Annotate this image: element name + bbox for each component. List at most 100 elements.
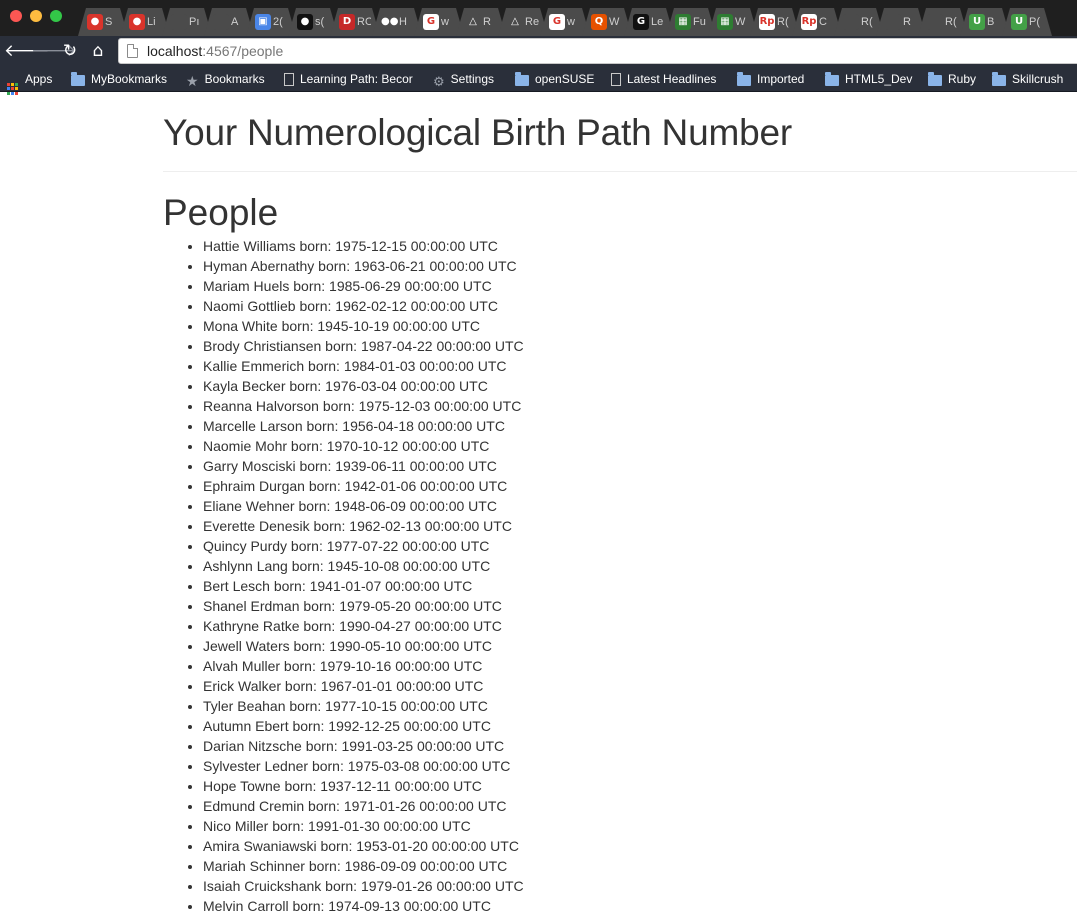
minimize-window-button[interactable] xyxy=(30,10,42,22)
forward-arrow-icon[interactable]: 🡒 xyxy=(31,40,77,62)
tab-favicon-icon: Rp xyxy=(801,14,817,30)
person-list-item: Autumn Ebert born: 1992-12-25 00:00:00 U… xyxy=(203,716,1077,736)
page-content: Your Numerological Birth Path Number Peo… xyxy=(163,92,1077,916)
browser-tab[interactable]: ▣ 2( xyxy=(246,8,296,36)
tab-title: R( xyxy=(861,16,873,28)
star-icon: ★ xyxy=(186,74,199,90)
tab-title: P( xyxy=(1029,16,1040,28)
bookmark-item[interactable]: Skillcrush xyxy=(992,71,1063,87)
browser-tab[interactable]: R( xyxy=(918,8,968,36)
bookmark-label: HTML5_Dev xyxy=(845,72,913,86)
tab-favicon-icon: U xyxy=(1011,14,1027,30)
browser-chrome: ● S ● Li Pı A ▣ 2(● s(D RO ●● H Gw △ R △ Re Gw Q W G Le ▦ Fu ▦ W R… xyxy=(0,0,1077,95)
url-text[interactable]: localhost:4567/people xyxy=(147,43,283,59)
bookmark-item[interactable]: ★ Bookmarks xyxy=(186,71,265,90)
bookmark-item[interactable]: Apps xyxy=(7,71,52,95)
bookmark-label: openSUSE xyxy=(535,72,595,86)
tab-title: 2( xyxy=(273,16,283,28)
browser-tab[interactable]: U P( xyxy=(1002,8,1052,36)
tab-title: R( xyxy=(945,16,957,28)
browser-tab[interactable]: △ R xyxy=(456,8,506,36)
browser-tab[interactable]: △ Re xyxy=(498,8,548,36)
browser-tab[interactable]: D RO xyxy=(330,8,380,36)
person-list-item: Jewell Waters born: 1990-05-10 00:00:00 … xyxy=(203,636,1077,656)
person-list-item: Melvin Carroll born: 1974-09-13 00:00:00… xyxy=(203,896,1077,916)
tab-favicon-icon: U xyxy=(969,14,985,30)
folder-icon xyxy=(515,72,529,90)
person-list-item: Bert Lesch born: 1941-01-07 00:00:00 UTC xyxy=(203,576,1077,596)
person-list-item: Alvah Muller born: 1979-10-16 00:00:00 U… xyxy=(203,656,1077,676)
apps-grid-icon xyxy=(7,74,19,95)
browser-tab[interactable]: ● s( xyxy=(288,8,338,36)
browser-tab[interactable]: R( xyxy=(834,8,884,36)
person-list-item: Eliane Wehner born: 1948-06-09 00:00:00 … xyxy=(203,496,1077,516)
folder-icon xyxy=(737,72,751,90)
tab-favicon-icon: ▦ xyxy=(675,14,691,30)
bookmark-label: Skillcrush xyxy=(1012,72,1064,86)
person-list-item: Hope Towne born: 1937-12-11 00:00:00 UTC xyxy=(203,776,1077,796)
bookmark-item[interactable]: ⚙ Settings xyxy=(433,71,495,90)
tab-favicon-icon: ●● xyxy=(381,14,397,30)
back-arrow-icon[interactable]: 🡐 xyxy=(4,40,50,62)
bookmark-label: Ruby xyxy=(948,72,977,86)
bookmark-item[interactable]: Ruby xyxy=(928,71,976,87)
person-list-item: Hattie Williams born: 1975-12-15 00:00:0… xyxy=(203,236,1077,256)
browser-tab[interactable]: QW xyxy=(582,8,632,36)
browser-tab[interactable]: Gw xyxy=(540,8,590,36)
bookmark-label: Imported xyxy=(757,72,805,86)
tab-title: R xyxy=(903,16,911,28)
url-path: :4567/people xyxy=(202,43,284,59)
bookmark-item[interactable]: MyBookmarks xyxy=(71,71,167,87)
bookmark-label: Settings xyxy=(450,72,495,86)
address-bar[interactable]: localhost:4567/people xyxy=(118,38,1077,64)
browser-tab[interactable]: Pı xyxy=(162,8,212,36)
bookmark-item[interactable]: openSUSE xyxy=(515,71,594,87)
folder-icon xyxy=(928,72,942,90)
browser-tab[interactable]: Rp R( xyxy=(750,8,800,36)
browser-tab[interactable]: R xyxy=(876,8,926,36)
tab-title: W xyxy=(735,16,746,28)
browser-tab[interactable]: Gw xyxy=(414,8,464,36)
bookmark-item[interactable]: Learning Path: Becor xyxy=(284,71,413,87)
tab-title: RO xyxy=(357,16,371,28)
bookmarks-bar: Apps MyBookmarks ★ Bookmarks Learning Path: … xyxy=(0,66,1077,95)
person-list-item: Shanel Erdman born: 1979-05-20 00:00:00 … xyxy=(203,596,1077,616)
tab-favicon-icon: ▦ xyxy=(717,14,733,30)
person-list-item: Everette Denesik born: 1962-02-13 00:00:… xyxy=(203,516,1077,536)
tab-favicon-icon: △ xyxy=(465,14,481,30)
bookmark-item[interactable]: Imported xyxy=(737,71,804,87)
tab-title: R( xyxy=(777,16,789,28)
browser-tab[interactable]: ● Li xyxy=(120,8,170,36)
person-list-item: Naomie Mohr born: 1970-10-12 00:00:00 UT… xyxy=(203,436,1077,456)
folder-icon xyxy=(992,72,1006,90)
url-host: localhost xyxy=(147,43,203,59)
browser-tab[interactable]: ▦ W xyxy=(708,8,758,36)
tab-title: s( xyxy=(315,16,325,28)
tab-favicon-icon: Q xyxy=(591,14,607,30)
bookmark-label: Learning Path: Becor xyxy=(300,72,413,86)
browser-tab[interactable]: ●● H xyxy=(372,8,422,36)
browser-tab[interactable]: UB xyxy=(960,8,1010,36)
close-window-button[interactable] xyxy=(10,10,22,22)
page-icon xyxy=(611,73,621,90)
reload-icon[interactable]: ↻ xyxy=(59,40,81,62)
browser-tab[interactable]: G Le xyxy=(624,8,674,36)
tab-title: R xyxy=(483,16,491,28)
home-icon[interactable]: ⌂ xyxy=(87,40,109,62)
tab-favicon-icon: G xyxy=(423,14,439,30)
tab-favicon-icon: D xyxy=(339,14,355,30)
browser-tab[interactable]: Rp C xyxy=(792,8,842,36)
maximize-window-button[interactable] xyxy=(50,10,62,22)
bookmark-item[interactable]: Latest Headlines xyxy=(611,71,716,87)
tab-favicon-icon xyxy=(885,14,901,30)
browser-tab[interactable]: A xyxy=(204,8,254,36)
tab-favicon-icon: G xyxy=(633,14,649,30)
browser-tab[interactable]: ▦ Fu xyxy=(666,8,716,36)
browser-tab[interactable]: ● S xyxy=(78,8,128,36)
tab-favicon-icon xyxy=(213,14,229,30)
tab-favicon-icon: G xyxy=(549,14,565,30)
person-list-item: Ephraim Durgan born: 1942-01-06 00:00:00… xyxy=(203,476,1077,496)
tab-title: Re xyxy=(525,16,539,28)
person-list-item: Mona White born: 1945-10-19 00:00:00 UTC xyxy=(203,316,1077,336)
bookmark-item[interactable]: HTML5_Dev xyxy=(825,71,912,87)
